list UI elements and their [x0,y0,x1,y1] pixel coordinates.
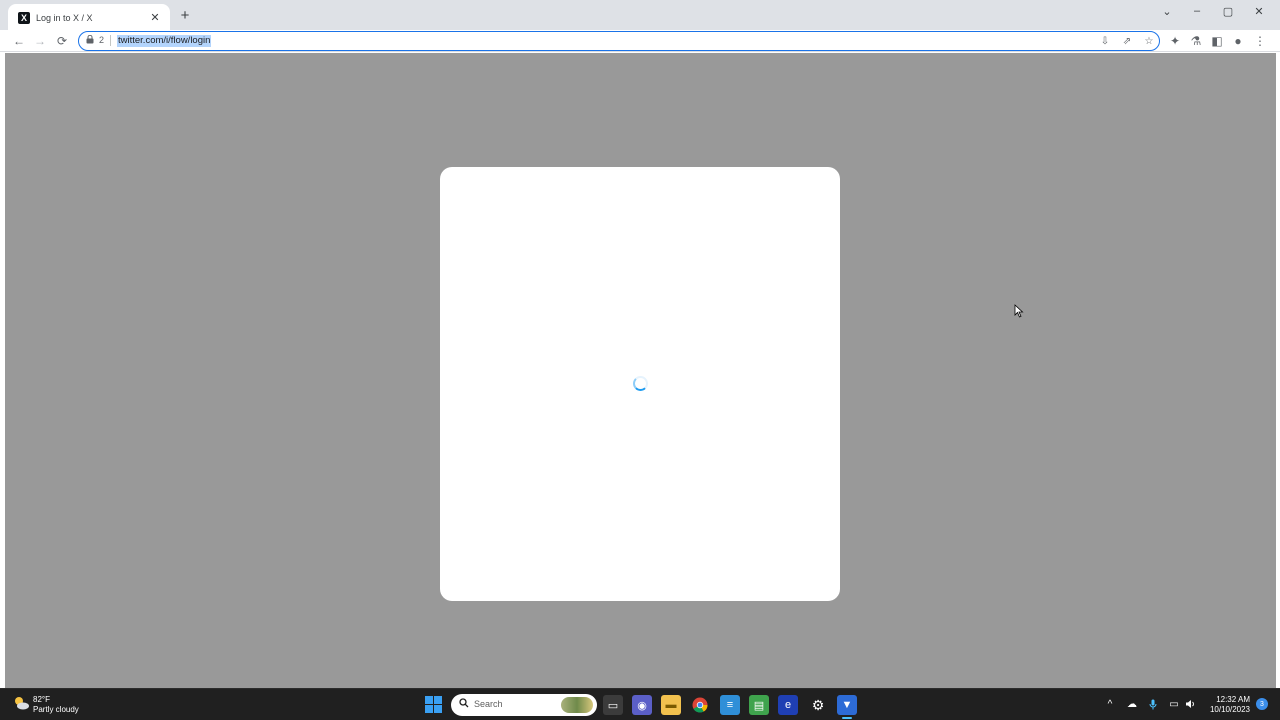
forward-button[interactable]: → [31,32,49,50]
weather-description[interactable]: Partly cloudy [33,705,79,714]
modal-backdrop[interactable] [5,53,1276,688]
back-button[interactable]: ← [10,32,28,50]
side-panel-icon[interactable]: ◧ [1208,32,1226,50]
vpn-shield-icon[interactable]: ▼ [837,695,857,715]
address-bar[interactable]: 2 twitter.com/i/flow/login ⇩ ⇗ ☆ [78,31,1160,51]
edge-browser-icon[interactable]: e [778,695,798,715]
browser-tab-strip: X Log in to X / X ✕ + ⌄ – ▢ ✕ [0,0,1280,31]
tab-search-button[interactable]: ⌄ [1153,2,1181,20]
browser-toolbar: ← → ⟳ 2 twitter.com/i/flow/login ⇩ ⇗ ☆ ✦… [0,30,1280,52]
search-placeholder: Search [474,699,503,709]
teams-icon[interactable]: ◉ [632,695,652,715]
windows-taskbar: 82°F Partly cloudy Search ▭ ◉ ▬ ≡ ▤ e ⚙ … [0,688,1280,720]
weather-temperature[interactable]: 82°F [33,695,50,704]
file-explorer-icon[interactable]: ▬ [661,695,681,715]
maximize-button[interactable]: ▢ [1214,2,1242,20]
close-window-button[interactable]: ✕ [1245,2,1273,20]
loading-spinner-icon [633,376,648,391]
spreadsheet-icon[interactable]: ▤ [749,695,769,715]
browser-tab-active[interactable]: X Log in to X / X ✕ [8,4,170,31]
url-text[interactable]: twitter.com/i/flow/login [117,35,212,47]
notepad-icon[interactable]: ≡ [720,695,740,715]
notification-badge[interactable]: 3 [1256,698,1268,710]
install-icon[interactable]: ⇩ [1097,34,1113,48]
network-icon[interactable]: ▭ [1167,697,1181,711]
tab-count-badge: 2 [99,35,105,45]
tab-close-icon[interactable]: ✕ [148,11,162,24]
clock-date[interactable]: 10/10/2023 [1200,705,1250,714]
menu-icon[interactable]: ⋮ [1251,32,1269,50]
onedrive-icon[interactable]: ☁ [1125,697,1139,711]
labs-icon[interactable]: ⚗ [1187,32,1205,50]
settings-icon[interactable]: ⚙ [808,695,828,715]
search-icon [459,698,469,711]
task-view-icon[interactable]: ▭ [603,695,623,715]
login-modal [440,167,840,601]
taskbar-search[interactable]: Search [451,694,597,716]
chrome-icon[interactable] [690,695,710,715]
reload-button[interactable]: ⟳ [53,32,71,50]
tab-title: Log in to X / X [36,12,93,23]
x-logo-icon: X [18,11,30,24]
page-viewport [0,53,1280,688]
extensions-icon[interactable]: ✦ [1166,32,1184,50]
active-app-indicator [842,717,852,719]
microphone-icon[interactable] [1146,697,1160,711]
mouse-cursor-icon [1014,304,1024,318]
tray-overflow-icon[interactable]: ^ [1103,697,1117,711]
star-icon[interactable]: ☆ [1141,34,1157,48]
clock-time[interactable]: 12:32 AM [1200,695,1250,704]
volume-icon[interactable] [1183,697,1197,711]
minimize-button[interactable]: – [1183,2,1211,20]
share-icon[interactable]: ⇗ [1119,34,1135,48]
partly-cloudy-icon[interactable] [12,695,30,711]
search-highlight-image [561,697,593,713]
start-button[interactable] [425,696,442,713]
lock-icon[interactable] [86,34,94,46]
omnibox-divider [110,35,111,46]
profile-avatar[interactable]: ● [1229,32,1247,50]
new-tab-button[interactable]: + [177,7,193,24]
